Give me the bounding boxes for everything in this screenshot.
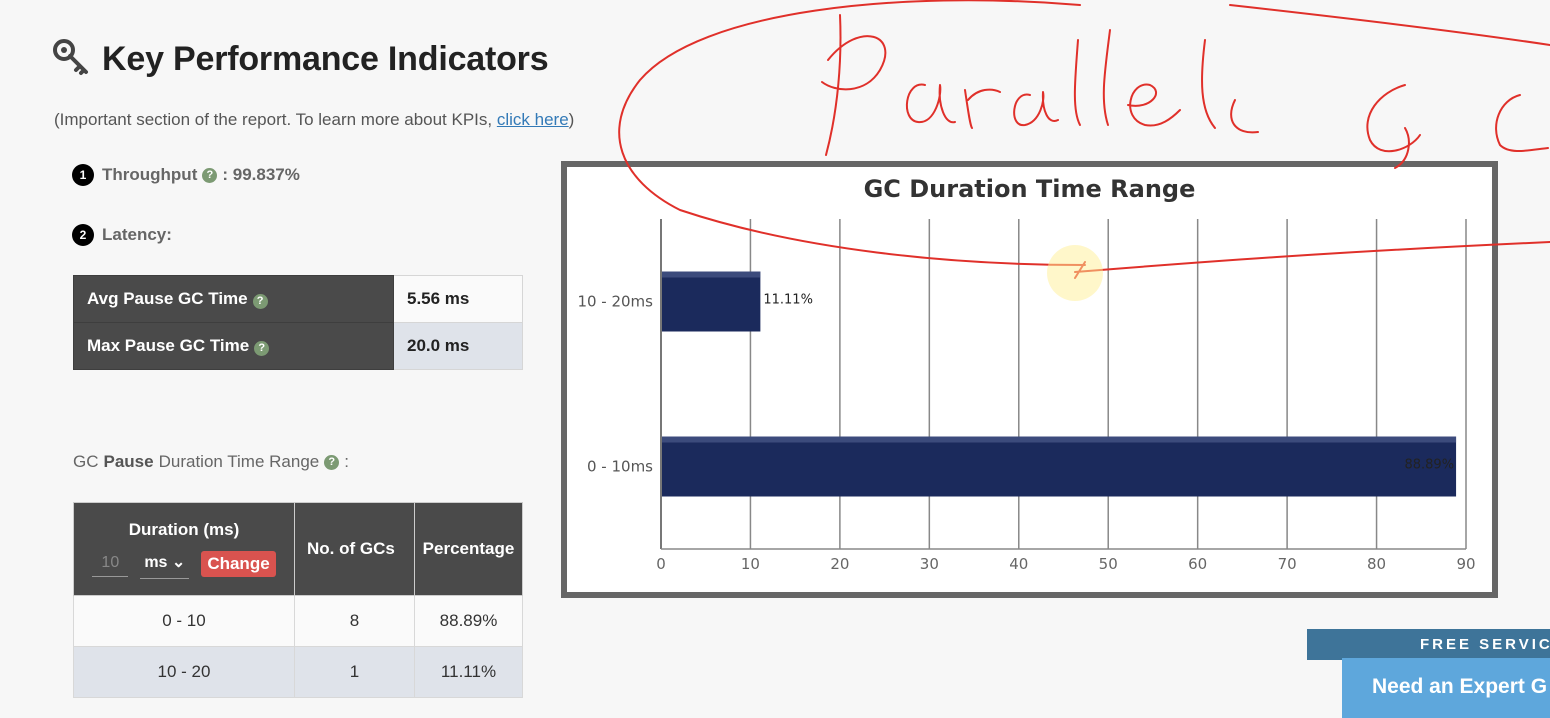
x-tick-label: 20 xyxy=(830,555,849,573)
duration-controls: ms ⌄ Change xyxy=(75,550,293,579)
x-tick-label: 70 xyxy=(1278,555,1297,573)
percentage-header: Percentage xyxy=(414,502,523,596)
caption-pre: GC xyxy=(73,452,99,471)
percentage-cell: 11.11% xyxy=(414,646,523,698)
chart-bar xyxy=(662,271,761,332)
kpi-learn-more-link[interactable]: click here xyxy=(497,110,569,129)
unit-select[interactable]: ms ⌄ xyxy=(140,550,190,579)
throughput-label: Throughput xyxy=(102,165,198,184)
max-pause-label-cell: Max Pause GC Time? xyxy=(73,322,394,370)
table-row: Max Pause GC Time? 20.0 ms xyxy=(73,322,523,370)
key-icon xyxy=(52,38,90,81)
caption-bold: Pause xyxy=(103,452,154,471)
subtitle-close: ) xyxy=(568,110,575,129)
chart-bar xyxy=(662,436,1457,497)
gcs-header: No. of GCs xyxy=(294,502,415,596)
avg-pause-value: 5.56 ms xyxy=(393,275,523,323)
data-label: 11.11% xyxy=(763,293,813,308)
table-header-row: Duration (ms) ms ⌄ Change No. of GCs Per… xyxy=(73,502,523,596)
latency-table: Avg Pause GC Time? 5.56 ms Max Pause GC … xyxy=(73,275,523,370)
x-tick-label: 80 xyxy=(1367,555,1386,573)
table-row: 0 - 10 8 88.89% xyxy=(73,595,523,647)
throughput-row: 1 Throughput ? : 99.837% xyxy=(72,164,300,186)
help-icon[interactable]: ? xyxy=(254,340,270,356)
table-row: 10 - 20 1 11.11% xyxy=(73,646,523,698)
y-category-label: 0 - 10ms xyxy=(587,458,653,476)
gc-range-table: Duration (ms) ms ⌄ Change No. of GCs Per… xyxy=(73,502,523,698)
page-subtitle: (Important section of the report. To lea… xyxy=(54,110,574,130)
x-tick-label: 90 xyxy=(1456,555,1475,573)
help-icon[interactable]: ? xyxy=(202,167,218,183)
chart-canvas: 0 10 20 30 40 50 60 70 80 90 10 - 20ms 11.11% 0 - 10… xyxy=(577,219,1476,573)
number-badge-1: 1 xyxy=(72,164,94,186)
avg-pause-label: Avg Pause GC Time xyxy=(87,289,248,308)
percentage-cell: 88.89% xyxy=(414,595,523,647)
latency-label: Latency: xyxy=(102,225,172,244)
count-cell: 1 xyxy=(294,646,415,698)
page-title: Key Performance Indicators xyxy=(102,40,549,78)
x-tick-label: 0 xyxy=(656,555,666,573)
x-tick-label: 60 xyxy=(1188,555,1207,573)
need-expert-banner[interactable]: Need an Expert G xyxy=(1342,658,1550,718)
latency-row: 2 Latency: xyxy=(72,224,172,246)
unit-select-value: ms xyxy=(144,553,168,571)
avg-pause-label-cell: Avg Pause GC Time? xyxy=(73,275,394,323)
subtitle-text: (Important section of the report. To lea… xyxy=(54,110,497,129)
x-tick-label: 30 xyxy=(920,555,939,573)
max-pause-value: 20.0 ms xyxy=(393,322,523,370)
page-title-row: Key Performance Indicators xyxy=(52,38,549,81)
help-icon[interactable]: ? xyxy=(252,293,268,309)
duration-input[interactable] xyxy=(92,551,129,577)
throughput-value: : 99.837% xyxy=(222,165,300,184)
bar-highlight xyxy=(662,436,1457,443)
number-badge-2: 2 xyxy=(72,224,94,246)
x-tick-label: 10 xyxy=(741,555,760,573)
free-services-banner[interactable]: FREE SERVIC xyxy=(1307,629,1550,660)
duration-header: Duration (ms) ms ⌄ Change xyxy=(73,502,295,596)
y-category-label: 10 - 20ms xyxy=(577,293,653,311)
data-label: 88.89% xyxy=(1404,458,1454,473)
help-icon[interactable]: ? xyxy=(324,454,340,470)
chevron-down-icon: ⌄ xyxy=(171,553,186,571)
range-cell: 10 - 20 xyxy=(73,646,295,698)
table-row: Avg Pause GC Time? 5.56 ms xyxy=(73,275,523,323)
change-button[interactable]: Change xyxy=(201,551,276,577)
range-caption: GC Pause Duration Time Range ?: xyxy=(73,452,349,472)
x-tick-label: 50 xyxy=(1099,555,1118,573)
count-cell: 8 xyxy=(294,595,415,647)
range-cell: 0 - 10 xyxy=(73,595,295,647)
gc-duration-chart: GC Duration Time Range 0 10 20 30 40 50 60 70 80… xyxy=(561,161,1498,598)
caption-colon: : xyxy=(344,452,349,471)
max-pause-label: Max Pause GC Time xyxy=(87,336,250,355)
bar-highlight xyxy=(662,271,761,278)
duration-header-label: Duration (ms) xyxy=(128,519,240,539)
x-tick-label: 40 xyxy=(1009,555,1028,573)
caption-post: Duration Time Range xyxy=(158,452,320,471)
